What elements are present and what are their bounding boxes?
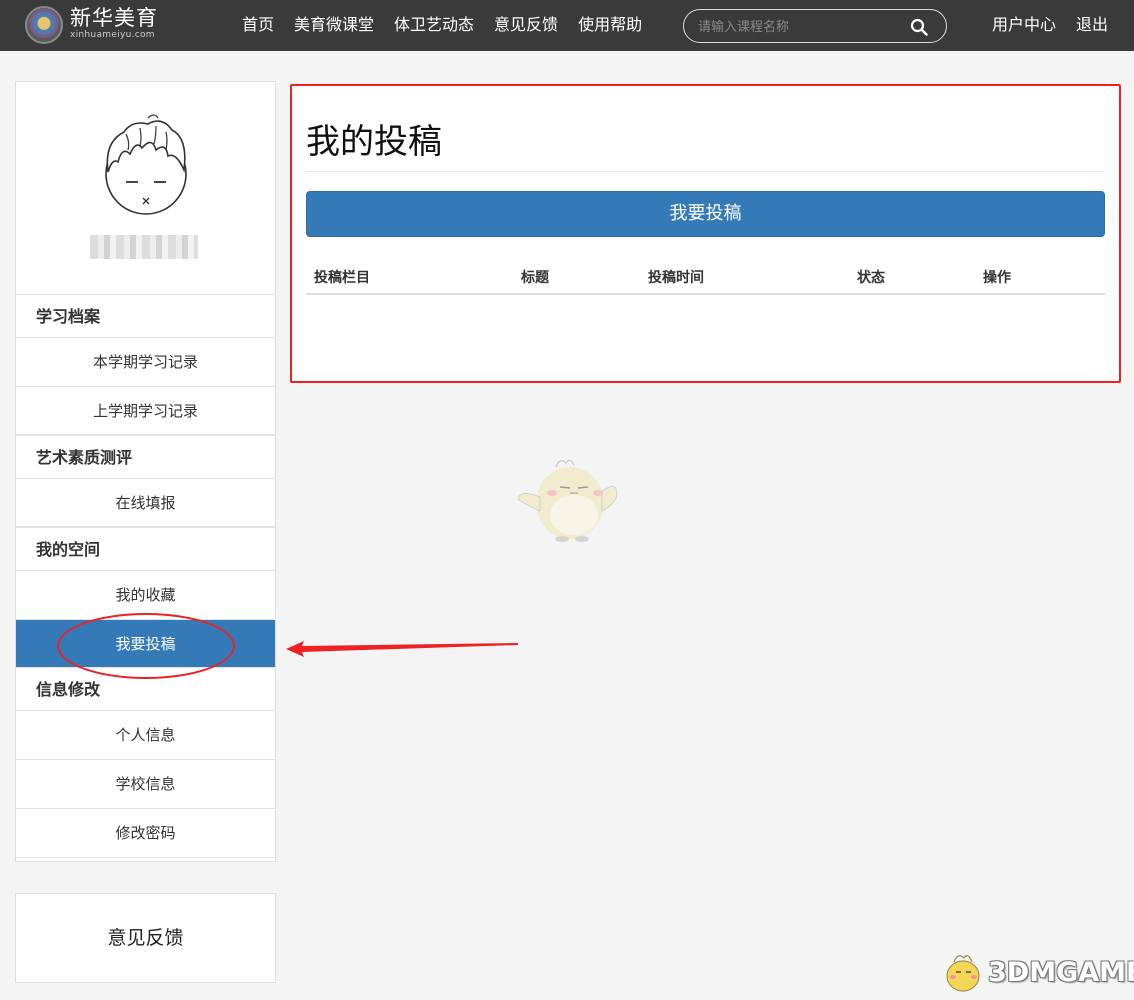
watermark: 3DMGAME <box>940 950 1134 994</box>
column-header-submit-time: 投稿时间 <box>648 270 704 286</box>
nav-news[interactable]: 体卫艺动态 <box>394 14 474 36</box>
search-input[interactable] <box>698 17 898 37</box>
page-title: 我的投稿 <box>306 122 442 162</box>
contributions-table: 投稿栏目 标题 投稿时间 状态 操作 <box>306 261 1105 295</box>
annotation-arrow-icon <box>286 641 518 657</box>
main-nav: 首页 美育微课堂 体卫艺动态 意见反馈 使用帮助 <box>242 14 642 36</box>
user-links: 用户中心 退出 <box>992 14 1108 36</box>
my-contributions-panel: 我的投稿 我要投稿 投稿栏目 标题 投稿时间 状态 操作 <box>290 84 1121 383</box>
table-header: 投稿栏目 标题 投稿时间 状态 操作 <box>306 261 1105 295</box>
nav-help[interactable]: 使用帮助 <box>578 14 642 36</box>
search-box <box>683 9 947 43</box>
column-header-category: 投稿栏目 <box>314 270 370 286</box>
menu-group-art-assessment: 艺术素质测评 <box>16 436 275 479</box>
menu-item-last-term-record[interactable]: 上学期学习记录 <box>16 387 275 436</box>
user-center-link[interactable]: 用户中心 <box>992 14 1056 36</box>
avatar[interactable] <box>96 112 196 222</box>
menu-item-my-favorites[interactable]: 我的收藏 <box>16 571 275 620</box>
site-logo-icon[interactable] <box>25 6 63 44</box>
watermark-text: 3DMGAME <box>988 956 1134 988</box>
brand-name: 新华美育 <box>70 6 158 30</box>
nav-micro-class[interactable]: 美育微课堂 <box>294 14 374 36</box>
menu-item-change-password[interactable]: 修改密码 <box>16 809 275 858</box>
top-nav-bar: 新华美育 xinhuameiyu.com 首页 美育微课堂 体卫艺动态 意见反馈… <box>0 0 1134 51</box>
menu-group-study-record: 学习档案 <box>16 295 275 338</box>
brand-domain: xinhuameiyu.com <box>70 30 155 40</box>
menu-item-personal-info[interactable]: 个人信息 <box>16 711 275 760</box>
menu-item-school-info[interactable]: 学校信息 <box>16 760 275 809</box>
nav-home[interactable]: 首页 <box>242 14 274 36</box>
menu-group-info-edit: 信息修改 <box>16 668 275 711</box>
brand[interactable]: 新华美育 xinhuameiyu.com <box>70 6 158 41</box>
title-divider <box>306 171 1105 172</box>
column-header-title: 标题 <box>521 270 549 286</box>
sidebar: 学习档案 本学期学习记录 上学期学习记录 艺术素质测评 在线填报 我的空间 我的… <box>15 81 276 862</box>
username-blurred <box>90 235 198 259</box>
mascot-illustration <box>517 459 618 542</box>
watermark-mascot-icon <box>946 955 980 992</box>
nav-feedback[interactable]: 意见反馈 <box>494 14 558 36</box>
column-header-actions: 操作 <box>983 270 1011 286</box>
profile-card <box>16 82 275 295</box>
search-icon[interactable] <box>910 18 928 36</box>
menu-item-online-report[interactable]: 在线填报 <box>16 479 275 528</box>
menu-item-this-term-record[interactable]: 本学期学习记录 <box>16 338 275 387</box>
logout-link[interactable]: 退出 <box>1076 14 1108 36</box>
feedback-button[interactable]: 意见反馈 <box>15 893 276 983</box>
menu-item-submit-contribution[interactable]: 我要投稿 <box>16 620 275 668</box>
column-header-status: 状态 <box>857 270 885 286</box>
submit-contribution-button[interactable]: 我要投稿 <box>306 191 1105 237</box>
menu-group-my-space: 我的空间 <box>16 528 275 571</box>
